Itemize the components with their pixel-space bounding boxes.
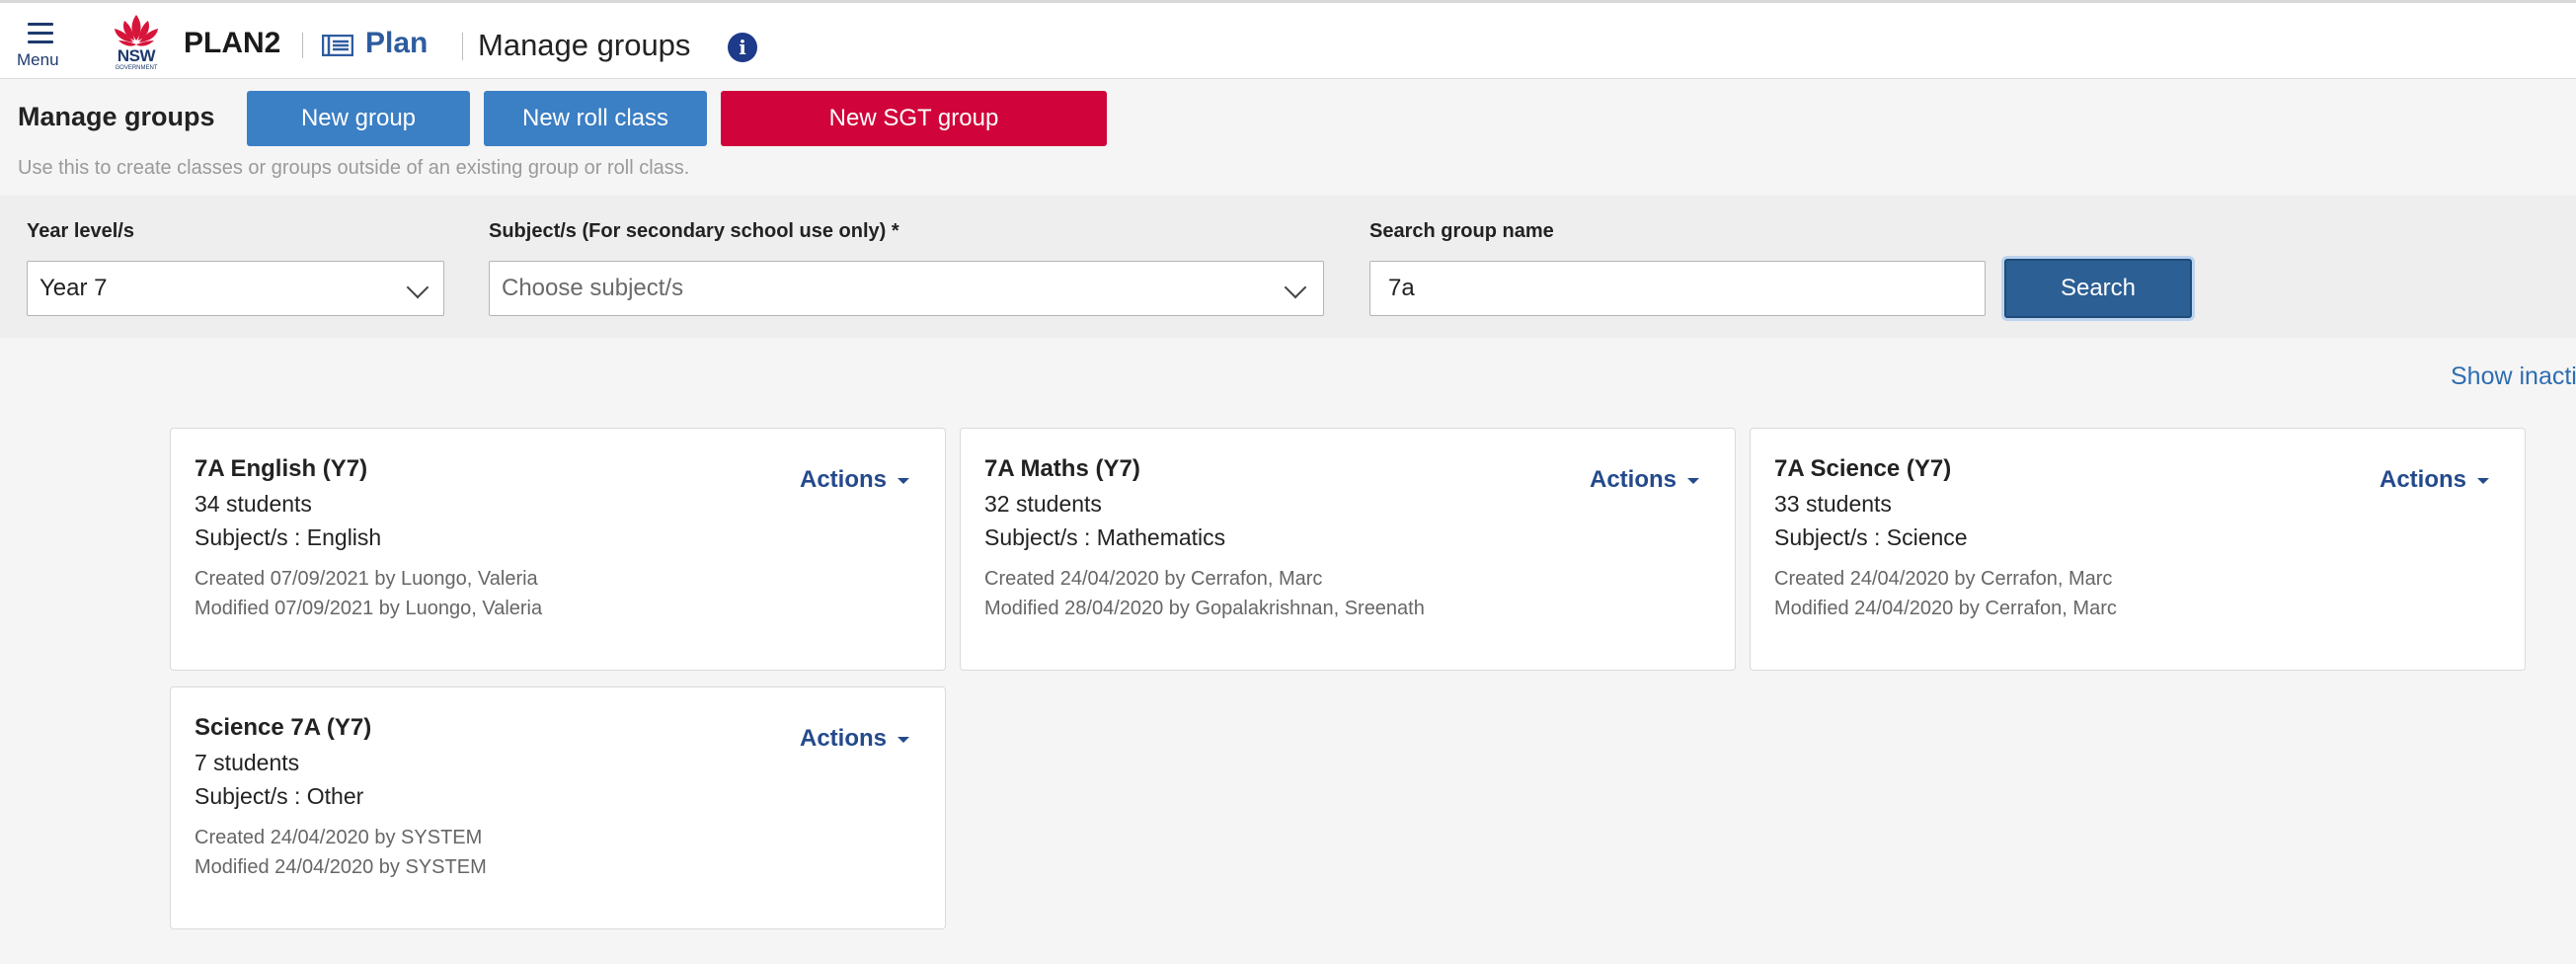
plan-icon [322, 35, 353, 56]
header-divider [302, 33, 303, 58]
info-icon[interactable]: i [728, 33, 757, 62]
group-card: 7A Science (Y7) 33 students Subject/s : … [1750, 428, 2526, 671]
group-modified: Modified 07/09/2021 by Luongo, Valeria [195, 598, 543, 619]
group-student-count: 33 students [1774, 491, 1892, 517]
search-group-value: 7a [1388, 275, 1415, 301]
section-title: Manage groups [18, 102, 215, 131]
app-header: Menu NSW GOVERNMENT PLAN2 Plan Manage gr… [0, 3, 2576, 79]
group-title: 7A Science (Y7) [1774, 455, 1952, 482]
actions-dropdown[interactable]: Actions [2380, 466, 2466, 494]
page-title: Manage groups [478, 28, 691, 62]
search-group-label: Search group name [1369, 220, 1554, 242]
show-inactive-link[interactable]: Show inactiv [2451, 362, 2576, 391]
actions-dropdown[interactable]: Actions [800, 466, 887, 494]
caret-down-icon [898, 737, 909, 743]
nsw-government-logo[interactable]: NSW GOVERNMENT [107, 11, 166, 74]
new-sgt-group-button[interactable]: New SGT group [721, 91, 1107, 146]
group-subjects: Subject/s : Science [1774, 524, 1968, 550]
group-student-count: 32 students [984, 491, 1102, 517]
group-modified: Modified 28/04/2020 by Gopalakrishnan, S… [984, 598, 1425, 619]
group-title: Science 7A (Y7) [195, 714, 372, 741]
search-button[interactable]: Search [2004, 259, 2192, 318]
year-level-label: Year level/s [27, 220, 134, 242]
subject-select[interactable]: Choose subject/s [489, 261, 1324, 316]
group-card: 7A English (Y7) 34 students Subject/s : … [170, 428, 946, 671]
caret-down-icon [2477, 478, 2489, 484]
group-card: Science 7A (Y7) 7 students Subject/s : O… [170, 686, 946, 929]
year-level-value: Year 7 [39, 275, 108, 301]
group-created: Created 24/04/2020 by Cerrafon, Marc [1774, 568, 2113, 590]
group-student-count: 7 students [195, 750, 300, 775]
group-title: 7A English (Y7) [195, 455, 368, 482]
group-modified: Modified 24/04/2020 by SYSTEM [195, 856, 487, 878]
new-roll-class-button[interactable]: New roll class [484, 91, 707, 146]
logo-text: NSW [117, 46, 156, 65]
group-student-count: 34 students [195, 491, 312, 517]
chevron-down-icon [406, 276, 429, 299]
group-created: Created 24/04/2020 by SYSTEM [195, 827, 483, 848]
logo-subtext: GOVERNMENT [115, 65, 158, 71]
header-divider [462, 33, 463, 60]
search-group-input[interactable]: 7a [1369, 261, 1986, 316]
hint-text: Use this to create classes or groups out… [18, 157, 690, 179]
group-created: Created 07/09/2021 by Luongo, Valeria [195, 568, 538, 590]
actions-dropdown[interactable]: Actions [1590, 466, 1677, 494]
group-subjects: Subject/s : English [195, 524, 382, 550]
caret-down-icon [1687, 478, 1699, 484]
actions-dropdown[interactable]: Actions [800, 725, 887, 753]
year-level-select[interactable]: Year 7 [27, 261, 444, 316]
group-modified: Modified 24/04/2020 by Cerrafon, Marc [1774, 598, 2117, 619]
group-title: 7A Maths (Y7) [984, 455, 1140, 482]
module-link-plan[interactable]: Plan [365, 27, 428, 60]
chevron-down-icon [1284, 276, 1307, 299]
subject-placeholder: Choose subject/s [502, 275, 684, 301]
hamburger-icon [28, 23, 53, 49]
group-created: Created 24/04/2020 by Cerrafon, Marc [984, 568, 1323, 590]
caret-down-icon [898, 478, 909, 484]
group-subjects: Subject/s : Mathematics [984, 524, 1226, 550]
new-group-button[interactable]: New group [247, 91, 470, 146]
group-card: 7A Maths (Y7) 32 students Subject/s : Ma… [960, 428, 1736, 671]
group-subjects: Subject/s : Other [195, 783, 364, 809]
menu-button[interactable]: Menu [14, 19, 69, 70]
subject-label: Subject/s (For secondary school use only… [489, 220, 899, 242]
app-name: PLAN2 [184, 27, 281, 59]
menu-label: Menu [17, 50, 59, 69]
waratah-logo [115, 15, 158, 46]
